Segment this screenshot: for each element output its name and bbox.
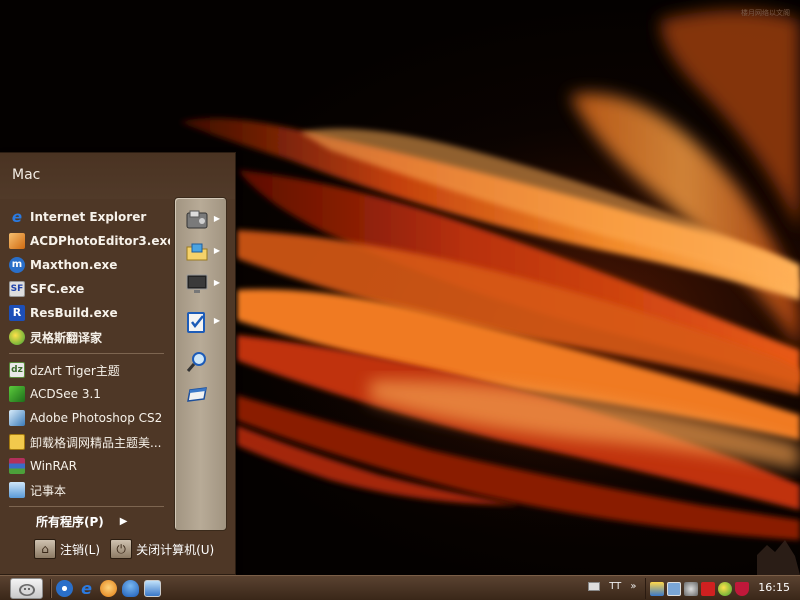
menu-divider — [9, 353, 164, 354]
all-programs-label: 所有程序(P) — [36, 515, 104, 529]
all-programs-button[interactable]: 所有程序(P) ▶ — [36, 513, 127, 530]
menu-item-label: dzArt Tiger主题 — [30, 363, 120, 378]
sfc-icon: SF — [9, 281, 25, 297]
clock[interactable]: 16:15 — [758, 581, 790, 594]
menu-item-label: ACDPhotoEditor3.exe — [30, 234, 170, 248]
menu-item-label: SFC.exe — [30, 282, 85, 296]
show-desktop-icon[interactable] — [144, 580, 161, 597]
tray-left-area: TT » — [588, 581, 637, 592]
menu-item-uninstall-theme[interactable]: 卸载格调网精品主题美... — [4, 430, 170, 454]
tray-text[interactable]: TT — [609, 581, 621, 592]
acd-photo-editor-icon — [9, 233, 25, 249]
start-menu-side-panel: ▶ ▶ ▶ ▶ — [174, 197, 227, 531]
home-icon: ⌂ — [34, 539, 56, 559]
start-menu: Mac e Internet Explorer ACDPhotoEditor3.… — [0, 152, 236, 575]
side-item-search[interactable] — [185, 348, 223, 376]
my-computer-folder-icon — [186, 243, 208, 261]
start-menu-user-name: Mac — [0, 153, 235, 199]
menu-item-label: Internet Explorer — [30, 210, 147, 224]
my-documents-icon — [186, 210, 208, 229]
menu-item-winrar[interactable]: WinRAR — [4, 454, 170, 478]
dzart-icon: dz — [9, 362, 25, 378]
submenu-arrow-icon: ▶ — [213, 278, 220, 287]
keyboard-icon[interactable] — [588, 581, 600, 591]
tasks-checklist-icon — [187, 312, 205, 333]
start-menu-program-list: e Internet Explorer ACDPhotoEditor3.exe … — [4, 205, 170, 511]
notepad-icon — [9, 482, 25, 498]
menu-item-acd-photo-editor[interactable]: ACDPhotoEditor3.exe — [4, 229, 170, 253]
power-icon: ⏻ — [110, 539, 133, 559]
side-item-my-computer-folder[interactable]: ▶ — [185, 238, 223, 266]
shutdown-label: 关闭计算机(U) — [136, 542, 215, 557]
menu-item-label: WinRAR — [30, 459, 77, 473]
menu-item-acdsee[interactable]: ACDSee 3.1 — [4, 382, 170, 406]
menu-item-notepad[interactable]: 记事本 — [4, 478, 170, 502]
messenger-face-icon[interactable] — [100, 580, 117, 597]
menu-item-label: ACDSee 3.1 — [30, 387, 101, 401]
menu-item-label: 灵格斯翻译家 — [30, 330, 103, 345]
resbuild-icon: R — [9, 305, 25, 321]
menu-item-resbuild[interactable]: R ResBuild.exe — [4, 301, 170, 325]
submenu-arrow-icon: ▶ — [213, 316, 220, 325]
menu-item-lingoes[interactable]: 灵格斯翻译家 — [4, 325, 170, 349]
submenu-arrow-icon: ▶ — [213, 214, 220, 223]
control-panel-monitor-icon — [186, 274, 208, 293]
winrar-icon — [9, 458, 25, 474]
network-icon[interactable] — [650, 581, 664, 596]
side-item-run[interactable] — [185, 380, 223, 408]
menu-item-maxthon[interactable]: m Maxthon.exe — [4, 253, 170, 277]
lingoes-icon — [9, 329, 25, 345]
start-button[interactable] — [10, 578, 43, 599]
tray-expand-chevron[interactable]: » — [630, 581, 636, 592]
lingoes-tray-icon[interactable] — [718, 581, 732, 596]
submenu-arrow-icon: ▶ — [213, 246, 220, 255]
side-item-control-panel[interactable]: ▶ — [185, 270, 223, 298]
security-shield-icon[interactable] — [735, 581, 749, 596]
side-item-tasks[interactable]: ▶ — [185, 308, 223, 336]
menu-item-label: 卸载格调网精品主题美... — [30, 435, 162, 450]
logoff-label: 注销(L) — [60, 542, 101, 557]
media-player-icon[interactable] — [56, 580, 73, 597]
menu-item-photoshop[interactable]: Adobe Photoshop CS2 — [4, 406, 170, 430]
sound-icon[interactable] — [684, 581, 698, 596]
menu-item-label: Maxthon.exe — [30, 258, 118, 272]
menu-item-label: Adobe Photoshop CS2 — [30, 411, 163, 425]
side-item-my-documents[interactable]: ▶ — [185, 206, 223, 234]
arrow-right-icon: ▶ — [119, 516, 128, 527]
menu-divider — [9, 506, 164, 507]
taskbar: e TT » 16:15 — [0, 575, 800, 600]
run-icon — [187, 387, 207, 402]
uninstall-theme-icon — [9, 434, 25, 450]
logoff-button[interactable]: ⌂ 注销(L) — [34, 539, 100, 559]
search-icon — [186, 352, 206, 372]
maxthon-icon: m — [9, 257, 25, 273]
antivirus-icon[interactable] — [701, 581, 715, 596]
menu-item-internet-explorer[interactable]: e Internet Explorer — [4, 205, 170, 229]
shutdown-button[interactable]: ⏻ 关闭计算机(U) — [110, 539, 214, 559]
menu-item-sfc[interactable]: SF SFC.exe — [4, 277, 170, 301]
acdsee-icon — [9, 386, 25, 402]
apple-logo-icon — [18, 583, 35, 596]
quick-launch-separator — [50, 579, 52, 598]
qq-penguin-icon[interactable] — [122, 580, 139, 597]
photoshop-icon — [9, 410, 25, 426]
computer-network-icon[interactable] — [667, 581, 681, 596]
menu-item-dzart-tiger[interactable]: dz dzArt Tiger主题 — [4, 358, 170, 382]
internet-explorer-icon: e — [11, 208, 23, 226]
menu-item-label: ResBuild.exe — [30, 306, 118, 320]
start-menu-footer: ⌂ 注销(L) ⏻ 关闭计算机(U) — [34, 539, 224, 559]
watermark-text: 楼月网络以文阁 — [741, 9, 790, 17]
menu-item-label: 记事本 — [30, 483, 67, 498]
internet-explorer-quicklaunch-icon[interactable]: e — [78, 580, 95, 597]
